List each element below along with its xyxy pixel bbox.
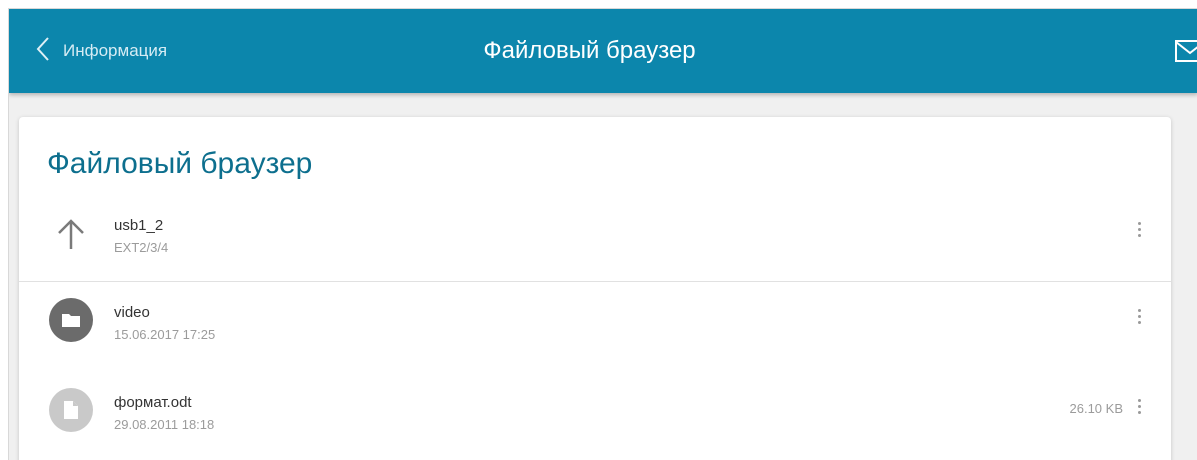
item-name: video xyxy=(114,304,150,321)
more-options-icon[interactable] xyxy=(1129,302,1149,330)
parent-filesystem: EXT2/3/4 xyxy=(114,240,169,255)
card-title: Файловый браузер xyxy=(47,147,313,180)
item-date: 29.08.2011 18:18 xyxy=(114,417,215,432)
item-name: формат.odt xyxy=(114,394,192,411)
app-frame: Информация Файловый браузер Файловый бра… xyxy=(8,8,1197,460)
file-icon xyxy=(49,388,93,432)
item-size: 26.10 KB xyxy=(1069,401,1124,416)
arrow-up-icon xyxy=(49,211,93,255)
parent-directory-row[interactable]: usb1_2 EXT2/3/4 xyxy=(19,195,1171,282)
file-browser-card: Файловый браузер usb1_2 EXT2/3/4 video 1… xyxy=(19,117,1171,460)
list-item[interactable]: формат.odt 29.08.2011 18:18 26.10 KB xyxy=(19,372,1171,458)
parent-name: usb1_2 xyxy=(114,217,164,234)
top-bar: Информация Файловый браузер xyxy=(9,9,1197,93)
folder-icon xyxy=(49,298,93,342)
item-date: 15.06.2017 17:25 xyxy=(114,327,216,342)
more-options-icon[interactable] xyxy=(1129,392,1149,420)
mail-icon[interactable] xyxy=(1175,39,1197,63)
page-title: Файловый браузер xyxy=(483,37,696,64)
more-options-icon[interactable] xyxy=(1129,215,1149,243)
list-item[interactable]: video 15.06.2017 17:25 xyxy=(19,282,1171,368)
